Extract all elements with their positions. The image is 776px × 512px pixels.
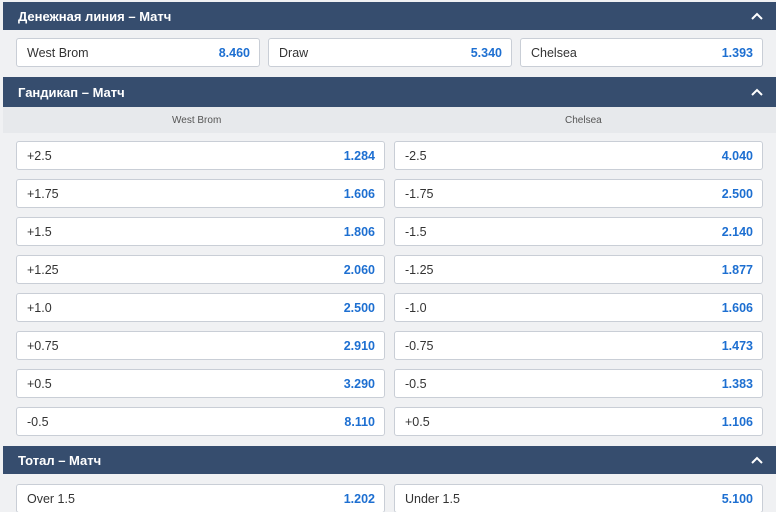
handicap-home-option[interactable]: -0.5 8.110 — [16, 407, 385, 436]
handicap-odds: 2.140 — [721, 224, 753, 239]
team-away-label: Chelsea — [565, 115, 602, 126]
total-over-option[interactable]: Over 1.5 1.202 — [16, 484, 385, 512]
handicap-line: +1.25 — [27, 262, 59, 277]
option-label: Chelsea — [531, 45, 577, 60]
handicap-line: +0.5 — [27, 376, 52, 391]
moneyline-title: Денежная линия – Матч — [18, 8, 172, 24]
handicap-home-option[interactable]: +0.75 2.910 — [16, 331, 385, 360]
option-odds: 5.340 — [470, 45, 502, 60]
total-odds: 5.100 — [721, 491, 753, 506]
handicap-away-option[interactable]: -1.75 2.500 — [394, 179, 763, 208]
moneyline-option-draw[interactable]: Draw 5.340 — [268, 38, 512, 67]
handicap-line: +0.5 — [405, 414, 430, 429]
total-header[interactable]: Тотал – Матч — [3, 446, 776, 474]
handicap-away-option[interactable]: -1.0 1.606 — [394, 293, 763, 322]
handicap-odds: 1.106 — [721, 414, 753, 429]
option-odds: 1.393 — [721, 45, 753, 60]
handicap-line: -2.5 — [405, 148, 427, 163]
handicap-odds: 8.110 — [344, 414, 375, 429]
handicap-odds: 1.877 — [721, 262, 753, 277]
handicap-odds: 1.473 — [721, 338, 753, 353]
handicap-away-option[interactable]: -1.5 2.140 — [394, 217, 763, 246]
handicap-line: -0.5 — [405, 376, 427, 391]
option-odds: 8.460 — [218, 45, 250, 60]
total-under-option[interactable]: Under 1.5 5.100 — [394, 484, 763, 512]
moneyline-option-away[interactable]: Chelsea 1.393 — [520, 38, 763, 67]
handicap-home-option[interactable]: +1.5 1.806 — [16, 217, 385, 246]
handicap-away-option[interactable]: +0.5 1.106 — [394, 407, 763, 436]
handicap-line: +1.75 — [27, 186, 59, 201]
handicap-line: -1.0 — [405, 300, 427, 315]
handicap-away-option[interactable]: -2.5 4.040 — [394, 141, 763, 170]
option-label: West Brom — [27, 45, 89, 60]
handicap-odds: 1.284 — [343, 148, 375, 163]
moneyline-option-home[interactable]: West Brom 8.460 — [16, 38, 260, 67]
team-home-label: West Brom — [172, 115, 222, 126]
handicap-line: -0.5 — [27, 414, 49, 429]
handicap-line: -0.75 — [405, 338, 434, 353]
handicap-header[interactable]: Гандикап – Матч — [3, 77, 776, 107]
handicap-team-columns: West Brom Chelsea — [3, 107, 776, 133]
handicap-home-option[interactable]: +1.0 2.500 — [16, 293, 385, 322]
total-label: Under 1.5 — [405, 491, 460, 506]
chevron-up-icon[interactable] — [750, 453, 764, 467]
handicap-odds: 2.910 — [343, 338, 375, 353]
total-label: Over 1.5 — [27, 491, 75, 506]
total-title: Тотал – Матч — [18, 452, 102, 468]
handicap-odds: 1.606 — [721, 300, 753, 315]
handicap-title: Гандикап – Матч — [18, 84, 125, 100]
handicap-odds: 1.806 — [343, 224, 375, 239]
handicap-line: -1.25 — [405, 262, 434, 277]
handicap-away-option[interactable]: -1.25 1.877 — [394, 255, 763, 284]
option-label: Draw — [279, 45, 309, 60]
handicap-odds: 1.383 — [721, 376, 753, 391]
handicap-odds: 3.290 — [343, 376, 375, 391]
handicap-home-option[interactable]: +1.75 1.606 — [16, 179, 385, 208]
handicap-line: -1.75 — [405, 186, 434, 201]
handicap-odds: 2.500 — [721, 186, 753, 201]
handicap-home-option[interactable]: +1.25 2.060 — [16, 255, 385, 284]
chevron-up-icon[interactable] — [750, 9, 764, 23]
handicap-odds: 1.606 — [343, 186, 375, 201]
total-odds: 1.202 — [343, 491, 375, 506]
handicap-away-option[interactable]: -0.5 1.383 — [394, 369, 763, 398]
handicap-line: +0.75 — [27, 338, 59, 353]
moneyline-header[interactable]: Денежная линия – Матч — [3, 2, 776, 30]
handicap-away-option[interactable]: -0.75 1.473 — [394, 331, 763, 360]
handicap-line: +1.5 — [27, 224, 52, 239]
handicap-home-option[interactable]: +2.5 1.284 — [16, 141, 385, 170]
handicap-line: +2.5 — [27, 148, 52, 163]
handicap-home-option[interactable]: +0.5 3.290 — [16, 369, 385, 398]
chevron-up-icon[interactable] — [750, 85, 764, 99]
handicap-odds: 4.040 — [721, 148, 753, 163]
handicap-odds: 2.500 — [343, 300, 375, 315]
handicap-line: +1.0 — [27, 300, 52, 315]
handicap-odds: 2.060 — [343, 262, 375, 277]
handicap-line: -1.5 — [405, 224, 427, 239]
